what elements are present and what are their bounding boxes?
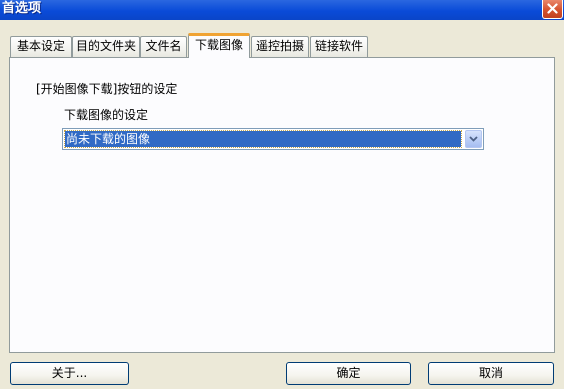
download-setting-label: 下载图像的设定 (64, 108, 149, 122)
title-bar[interactable]: 首选项 (0, 0, 564, 20)
tab-download-images[interactable]: 下载图像 (188, 33, 250, 58)
tab-file-name[interactable]: 文件名 (140, 36, 187, 57)
download-images-select[interactable]: 尚未下载的图像 (62, 128, 484, 150)
close-icon (547, 3, 558, 14)
select-current-value: 尚未下载的图像 (64, 130, 462, 148)
tab-basic-settings[interactable]: 基本设定 (10, 36, 72, 57)
tab-destination-folder[interactable]: 目的文件夹 (72, 36, 140, 57)
preferences-dialog: 首选项 基本设定 目的文件夹 文件名 下载图像 遥控拍摄 链接软件 [开始图像下… (0, 0, 564, 389)
window-title: 首选项 (2, 1, 42, 16)
tab-remote-shooting[interactable]: 遥控拍摄 (251, 36, 309, 57)
close-button[interactable] (542, 0, 563, 19)
tab-linked-software[interactable]: 链接软件 (310, 36, 368, 57)
section-label: [开始图像下载]按钮的设定 (36, 82, 178, 96)
tab-panel-download-images: [开始图像下载]按钮的设定 下载图像的设定 尚未下载的图像 (9, 57, 555, 353)
about-button[interactable]: 关于... (10, 362, 129, 385)
dropdown-button[interactable] (465, 130, 482, 148)
chevron-down-icon (469, 136, 478, 142)
cancel-button[interactable]: 取消 (428, 362, 554, 385)
ok-button[interactable]: 确定 (286, 362, 411, 385)
